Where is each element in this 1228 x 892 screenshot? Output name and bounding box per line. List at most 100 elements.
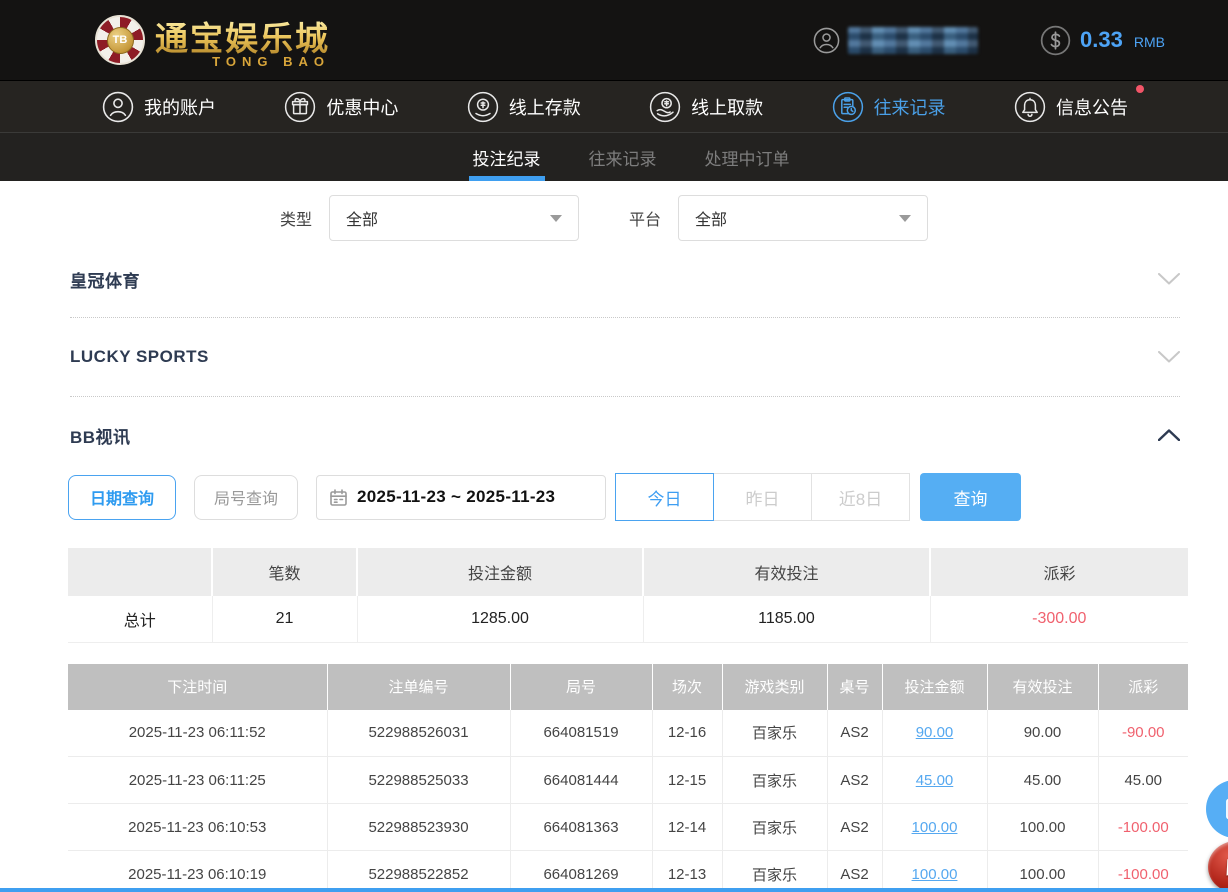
type-select[interactable]: 全部 bbox=[329, 195, 579, 241]
col-bet-amount: 投注金额 bbox=[882, 664, 987, 710]
cell-bet-time: 2025-11-23 06:10:53 bbox=[68, 804, 327, 851]
quick-range-group: 今日 昨日 近8日 bbox=[616, 473, 910, 521]
summary-table: 笔数 投注金额 有效投注 派彩 总计 21 1285.00 1185.00 -3… bbox=[68, 548, 1188, 643]
cell-session: 12-16 bbox=[652, 710, 722, 757]
bet-amount-link[interactable]: 90.00 bbox=[916, 724, 954, 741]
cell-game-type: 百家乐 bbox=[722, 804, 827, 851]
tab-transactions[interactable]: 往来记录 bbox=[587, 133, 659, 181]
platform-select[interactable]: 全部 bbox=[678, 195, 928, 241]
brand-name-en: TONG BAO bbox=[212, 54, 330, 69]
bet-amount-link[interactable]: 45.00 bbox=[916, 772, 954, 789]
col-game-type: 游戏类别 bbox=[722, 664, 827, 710]
summary-valid-value: 1185.00 bbox=[643, 596, 930, 642]
brand-name-cn: 通宝娱乐城 bbox=[155, 12, 330, 60]
platform-select-value: 全部 bbox=[695, 206, 727, 230]
summary-bet-value: 1285.00 bbox=[357, 596, 643, 642]
bet-records-table: 下注时间 注单编号 局号 场次 游戏类别 桌号 投注金额 有效投注 派彩 202… bbox=[68, 664, 1188, 892]
cell-order-no: 522988522852 bbox=[327, 851, 510, 892]
round-query-button[interactable]: 局号查询 bbox=[194, 475, 298, 520]
filter-row: 类型 全部 平台 全部 bbox=[280, 195, 1228, 241]
nav-item-promotions[interactable]: 优惠中心 bbox=[284, 91, 398, 123]
chevron-up-icon bbox=[1158, 429, 1180, 441]
table-row: 2025-11-23 06:10:53 522988523930 6640813… bbox=[68, 804, 1188, 851]
col-valid-bet: 有效投注 bbox=[987, 664, 1098, 710]
calendar-icon bbox=[329, 488, 348, 507]
date-range-value: 2025-11-23 ~ 2025-11-23 bbox=[357, 487, 555, 507]
cell-table-no: AS2 bbox=[827, 804, 882, 851]
today-button[interactable]: 今日 bbox=[615, 473, 714, 521]
bet-amount-link[interactable]: 100.00 bbox=[912, 866, 958, 883]
bottom-accent-line bbox=[0, 888, 1228, 892]
user-avatar-icon bbox=[813, 27, 840, 54]
withdraw-hand-coin-icon bbox=[649, 91, 681, 123]
brand-logo[interactable]: TB 通宝娱乐城 TONG BAO bbox=[95, 12, 330, 69]
wallet-balance[interactable]: 0.33 RMB bbox=[1040, 25, 1165, 56]
nav-item-deposit[interactable]: 线上存款 bbox=[467, 91, 581, 123]
date-range-input[interactable]: 2025-11-23 ~ 2025-11-23 bbox=[316, 475, 606, 520]
summary-header-count: 笔数 bbox=[212, 548, 357, 596]
summary-header-row: 笔数 投注金额 有效投注 派彩 bbox=[68, 548, 1188, 596]
chevron-down-icon bbox=[1158, 273, 1180, 285]
section-title: 皇冠体育 bbox=[70, 267, 140, 292]
cell-session: 12-15 bbox=[652, 757, 722, 804]
cell-valid-bet: 45.00 bbox=[987, 757, 1098, 804]
cell-bet-time: 2025-11-23 06:11:52 bbox=[68, 710, 327, 757]
summary-header-blank bbox=[68, 548, 212, 596]
bb-float-button[interactable]: bb bbox=[1208, 841, 1228, 892]
person-icon bbox=[102, 91, 134, 123]
date-query-button[interactable]: 日期查询 bbox=[68, 475, 176, 520]
table-row: 2025-11-23 06:10:19 522988522852 6640812… bbox=[68, 851, 1188, 892]
form-icon bbox=[1222, 796, 1228, 822]
cell-payout: -90.00 bbox=[1098, 710, 1188, 757]
query-controls: 日期查询 局号查询 2025-11-23 ~ 2025-11-23 今日 昨日 … bbox=[68, 473, 1228, 521]
bet-amount-link[interactable]: 100.00 bbox=[912, 819, 958, 836]
cell-valid-bet: 100.00 bbox=[987, 804, 1098, 851]
table-row: 2025-11-23 06:11:25 522988525033 6640814… bbox=[68, 757, 1188, 804]
nav-item-my-account[interactable]: 我的账户 bbox=[102, 91, 216, 123]
cell-table-no: AS2 bbox=[827, 851, 882, 892]
username-censored bbox=[848, 27, 978, 54]
cell-valid-bet: 90.00 bbox=[987, 710, 1098, 757]
main-nav: 我的账户 优惠中心 线上存款 线上取款 bbox=[0, 80, 1228, 132]
nav-item-withdraw[interactable]: 线上取款 bbox=[649, 91, 763, 123]
chevron-down-icon bbox=[899, 215, 911, 222]
last8days-button[interactable]: 近8日 bbox=[811, 473, 910, 521]
yesterday-button[interactable]: 昨日 bbox=[713, 473, 812, 521]
chevron-down-icon bbox=[1158, 351, 1180, 363]
cell-game-type: 百家乐 bbox=[722, 757, 827, 804]
col-payout: 派彩 bbox=[1098, 664, 1188, 710]
nav-item-records[interactable]: 往来记录 bbox=[832, 91, 946, 123]
cell-round-no: 664081444 bbox=[510, 757, 652, 804]
cell-valid-bet: 100.00 bbox=[987, 851, 1098, 892]
tab-bet-records[interactable]: 投注纪录 bbox=[471, 133, 543, 181]
table-row: 2025-11-23 06:11:52 522988526031 6640815… bbox=[68, 710, 1188, 757]
service-form-float-button[interactable] bbox=[1206, 780, 1228, 838]
cell-payout: -100.00 bbox=[1098, 851, 1188, 892]
platform-filter-label: 平台 bbox=[629, 206, 661, 230]
summary-header-bet: 投注金额 bbox=[357, 548, 643, 596]
section-lucky-sports[interactable]: LUCKY SPORTS bbox=[70, 318, 1180, 397]
section-crown-sports[interactable]: 皇冠体育 bbox=[70, 241, 1180, 318]
col-session: 场次 bbox=[652, 664, 722, 710]
cell-game-type: 百家乐 bbox=[722, 851, 827, 892]
cell-table-no: AS2 bbox=[827, 757, 882, 804]
nav-label: 线上取款 bbox=[691, 94, 763, 120]
cell-payout: 45.00 bbox=[1098, 757, 1188, 804]
cell-round-no: 664081269 bbox=[510, 851, 652, 892]
tab-pending-orders[interactable]: 处理中订单 bbox=[703, 133, 792, 181]
summary-header-valid: 有效投注 bbox=[643, 548, 930, 596]
section-title: LUCKY SPORTS bbox=[70, 347, 209, 367]
cell-bet-time: 2025-11-23 06:10:19 bbox=[68, 851, 327, 892]
cell-round-no: 664081363 bbox=[510, 804, 652, 851]
nav-label: 我的账户 bbox=[144, 94, 216, 120]
balance-currency: RMB bbox=[1134, 34, 1165, 50]
type-filter-label: 类型 bbox=[280, 206, 312, 230]
chip-monogram: TB bbox=[107, 27, 134, 54]
summary-count-value: 21 bbox=[212, 596, 357, 642]
search-button[interactable]: 查询 bbox=[920, 473, 1021, 521]
nav-item-announcements[interactable]: 信息公告 bbox=[1014, 91, 1128, 123]
nav-label: 往来记录 bbox=[874, 94, 946, 120]
cell-bet-time: 2025-11-23 06:11:25 bbox=[68, 757, 327, 804]
section-bb-live[interactable]: BB视讯 bbox=[70, 397, 1180, 473]
user-account[interactable] bbox=[813, 27, 978, 54]
